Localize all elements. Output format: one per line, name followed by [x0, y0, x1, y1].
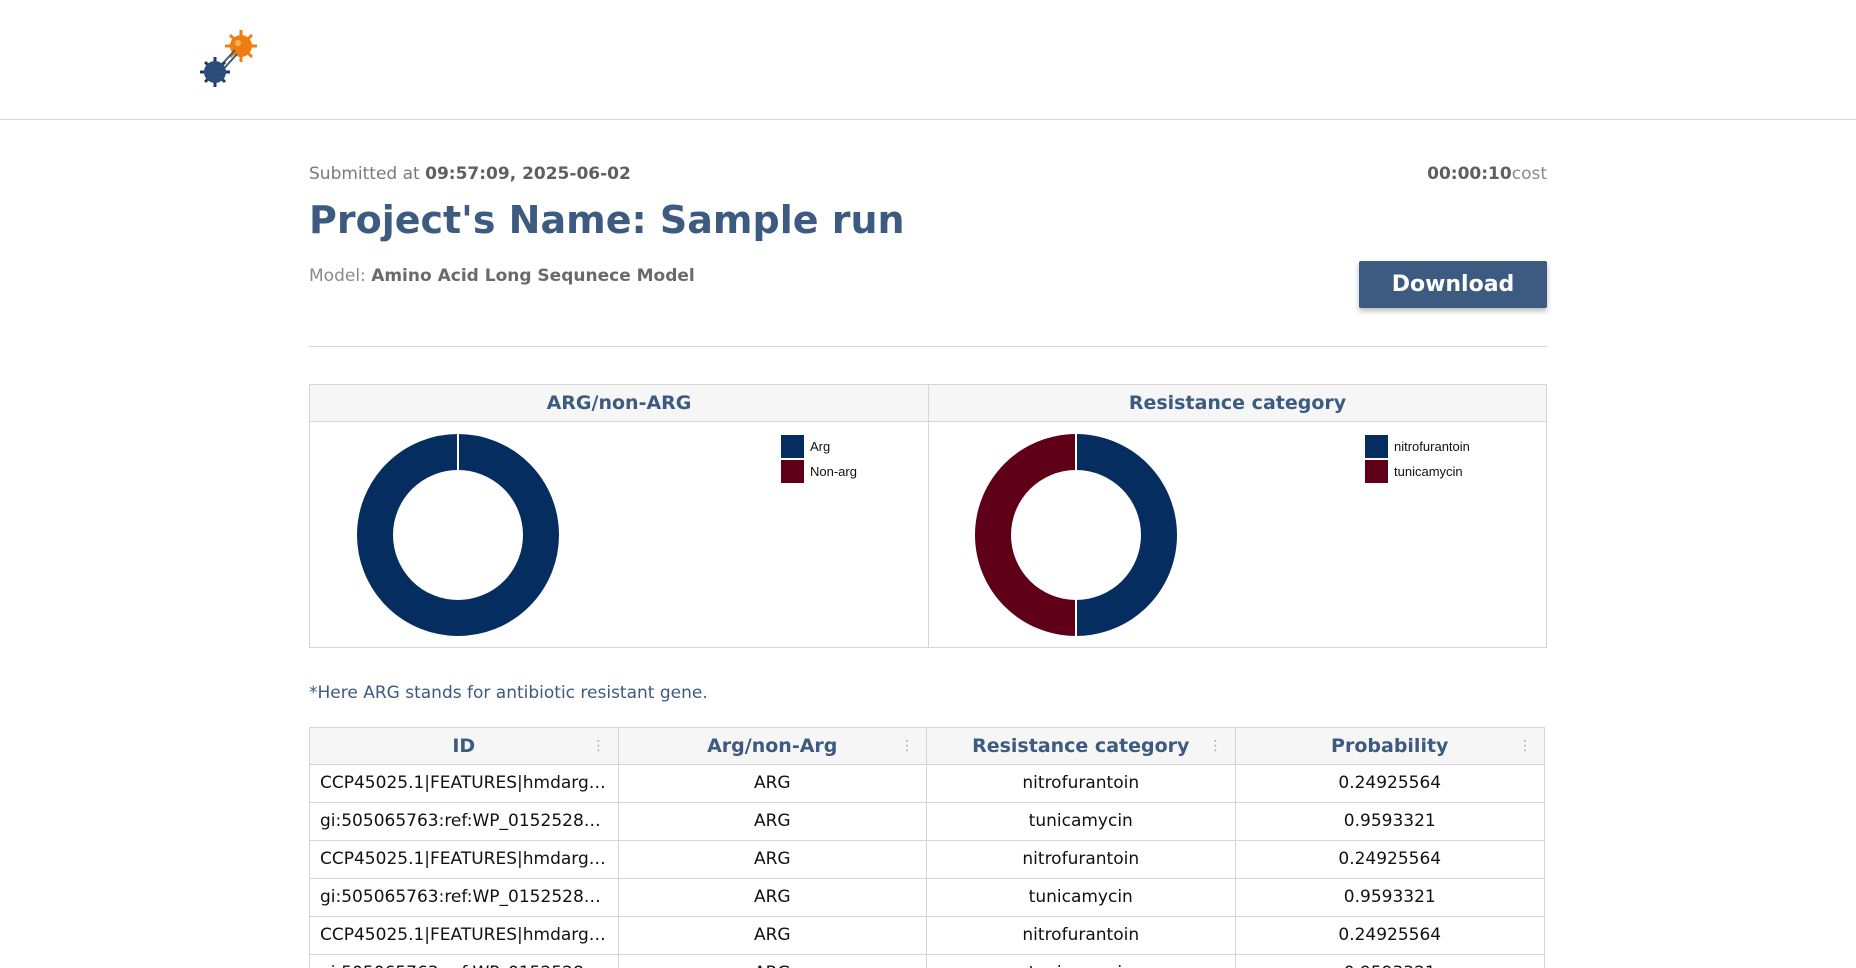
model-name: Amino Acid Long Sequnece Model: [371, 266, 695, 286]
table-row[interactable]: gi:505065763:ref:WP_015252865.1... ARG t…: [310, 879, 1544, 917]
column-header-probability[interactable]: Probability ⋮: [1236, 728, 1545, 764]
slice-nitrofurantoin[interactable]: [1076, 434, 1177, 636]
cell-arg: ARG: [619, 879, 927, 916]
legend-swatch: [1365, 460, 1388, 483]
cell-resistance: nitrofurantoin: [927, 917, 1236, 954]
bacteria-logo-icon[interactable]: [198, 28, 264, 90]
legend-label: Arg: [810, 439, 831, 454]
legend-label: Non-arg: [810, 464, 857, 479]
column-header-label: Arg/non-Arg: [707, 735, 838, 757]
cell-resistance: nitrofurantoin: [927, 765, 1236, 802]
cell-id: CCP45025.1|FEATURES|hmdarg|is...: [310, 917, 619, 954]
legend-item-arg: Arg: [781, 434, 857, 459]
column-header-resistance[interactable]: Resistance category ⋮: [927, 728, 1236, 764]
slice-tunicamycin[interactable]: [975, 434, 1076, 636]
cell-id: CCP45025.1|FEATURES|hmdarg|is...: [310, 765, 619, 802]
legend-swatch: [781, 435, 804, 458]
legend-label: nitrofurantoin: [1394, 439, 1470, 454]
table-row[interactable]: gi:505065763:ref:WP_015252865.1... ARG t…: [310, 955, 1544, 968]
legend-item-tunicamycin: tunicamycin: [1365, 459, 1470, 484]
slice-arg[interactable]: [357, 434, 559, 636]
submitted-prefix: Submitted at: [309, 164, 420, 184]
arg-chart-title: ARG/non-ARG: [310, 385, 928, 422]
cell-resistance: tunicamycin: [927, 803, 1236, 840]
resistance-chart-panel: Resistance category nitrofurantoin tunic…: [929, 385, 1546, 647]
legend-swatch: [1365, 435, 1388, 458]
column-header-id[interactable]: ID ⋮: [310, 728, 619, 764]
cell-arg: ARG: [619, 841, 927, 878]
cell-arg: ARG: [619, 955, 927, 968]
legend-swatch: [781, 460, 804, 483]
elapsed-time: 00:00:10: [1427, 164, 1512, 184]
arg-footnote: *Here ARG stands for antibiotic resistan…: [309, 683, 708, 703]
top-bar: [0, 0, 1856, 120]
table-row[interactable]: CCP45025.1|FEATURES|hmdarg|is... ARG nit…: [310, 841, 1544, 879]
column-menu-icon[interactable]: ⋮: [1518, 728, 1532, 764]
table-row[interactable]: gi:505065763:ref:WP_015252865.1... ARG t…: [310, 803, 1544, 841]
model-prefix: Model:: [309, 266, 366, 286]
download-button[interactable]: Download: [1359, 261, 1547, 308]
legend-item-nitrofurantoin: nitrofurantoin: [1365, 434, 1470, 459]
column-menu-icon[interactable]: ⋮: [592, 728, 606, 764]
cell-id: gi:505065763:ref:WP_015252865.1...: [310, 955, 619, 968]
arg-chart-panel: ARG/non-ARG Arg Non-arg: [310, 385, 929, 647]
column-header-label: Probability: [1331, 735, 1449, 757]
table-row[interactable]: CCP45025.1|FEATURES|hmdarg|is... ARG nit…: [310, 765, 1544, 803]
cell-id: gi:505065763:ref:WP_015252865.1...: [310, 879, 619, 916]
legend-label: tunicamycin: [1394, 464, 1463, 479]
cell-probability: 0.9593321: [1236, 955, 1545, 968]
cell-id: CCP45025.1|FEATURES|hmdarg|is...: [310, 841, 619, 878]
elapsed-suffix: cost: [1511, 164, 1547, 184]
submitted-time: Submitted at 09:57:09, 2025-06-02: [309, 164, 631, 184]
results-table: ID ⋮ Arg/non-Arg ⋮ Resistance category ⋮ Pr…: [309, 727, 1545, 968]
legend-item-non-arg: Non-arg: [781, 459, 857, 484]
cell-resistance: tunicamycin: [927, 879, 1236, 916]
cell-probability: 0.24925564: [1338, 925, 1442, 945]
cell-probability: 0.24925564: [1338, 849, 1442, 869]
cell-arg: ARG: [619, 765, 927, 802]
cell-arg: ARG: [619, 803, 927, 840]
column-header-label: ID: [452, 735, 476, 757]
charts-container: ARG/non-ARG Arg Non-arg Resistance categ…: [309, 384, 1547, 648]
arg-donut-chart: [357, 434, 559, 636]
model-info: Model: Amino Acid Long Sequnece Model: [309, 266, 695, 286]
project-title: Project's Name: Sample run: [309, 198, 905, 242]
resistance-chart-title: Resistance category: [929, 385, 1546, 422]
section-divider: [309, 346, 1547, 347]
resistance-donut-chart: [975, 434, 1177, 636]
cell-probability: 0.9593321: [1343, 811, 1436, 831]
column-menu-icon[interactable]: ⋮: [1209, 728, 1223, 764]
cell-probability: 0.24925564: [1338, 773, 1442, 793]
table-row[interactable]: CCP45025.1|FEATURES|hmdarg|is... ARG nit…: [310, 917, 1544, 955]
cell-resistance: tunicamycin: [927, 955, 1236, 968]
table-header: ID ⋮ Arg/non-Arg ⋮ Resistance category ⋮ Pr…: [310, 728, 1544, 765]
resistance-legend: nitrofurantoin tunicamycin: [1365, 434, 1470, 484]
column-header-arg[interactable]: Arg/non-Arg ⋮: [619, 728, 927, 764]
cell-id: gi:505065763:ref:WP_015252865.1...: [310, 803, 619, 840]
cell-resistance: nitrofurantoin: [927, 841, 1236, 878]
column-header-label: Resistance category: [972, 735, 1190, 757]
cell-arg: ARG: [619, 917, 927, 954]
cell-probability: 0.9593321: [1343, 887, 1436, 907]
column-menu-icon[interactable]: ⋮: [900, 728, 914, 764]
submitted-timestamp: 09:57:09, 2025-06-02: [425, 164, 631, 184]
arg-legend: Arg Non-arg: [781, 434, 857, 484]
elapsed-cost: 00:00:10cost: [1427, 164, 1547, 184]
